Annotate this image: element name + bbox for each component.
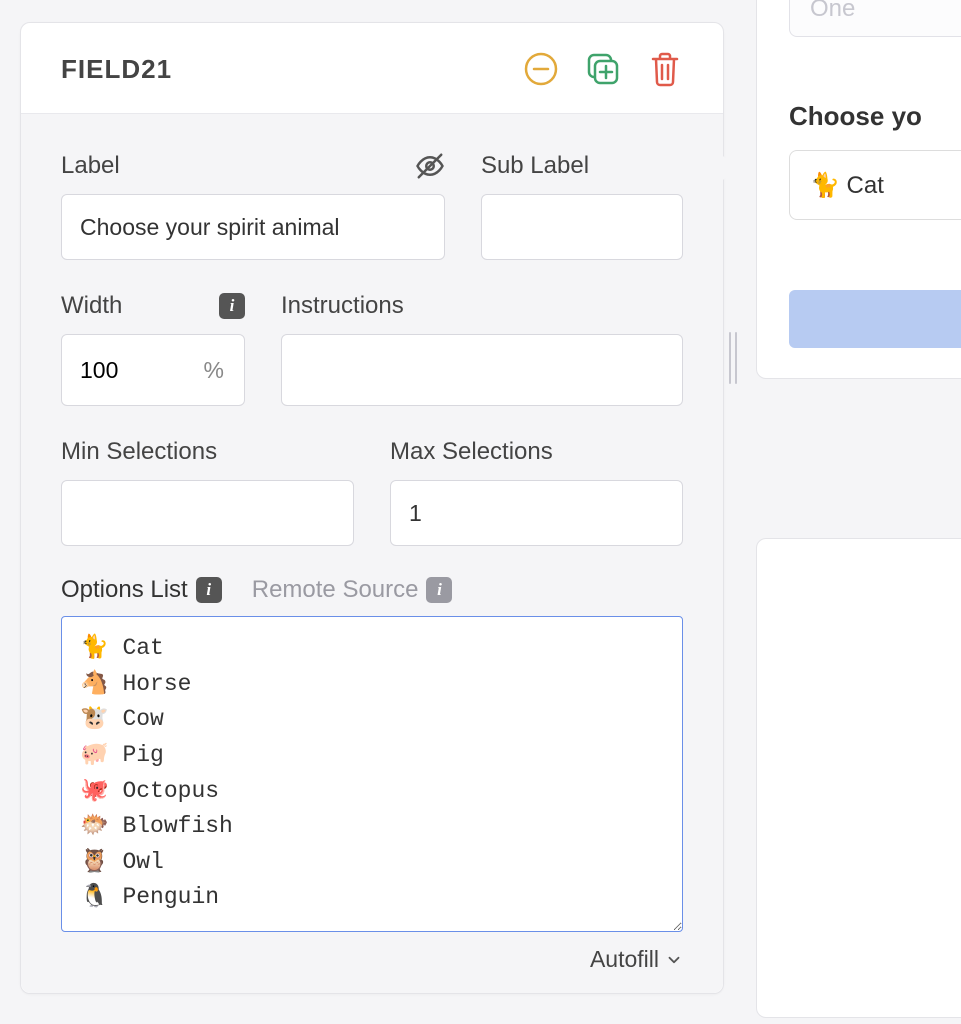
width-input-group: %: [61, 334, 245, 406]
visibility-toggle-icon[interactable]: [415, 151, 445, 181]
autofill-button[interactable]: Autofill: [590, 946, 683, 973]
label-caption: Label: [61, 152, 120, 180]
field-id-title: FIELD21: [61, 54, 172, 85]
instructions-input[interactable]: [281, 334, 683, 406]
options-list-textarea[interactable]: [61, 616, 683, 932]
preview-select-value: 🐈 Cat: [810, 171, 884, 200]
label-input[interactable]: [61, 194, 445, 260]
field-label: Label: [61, 150, 445, 260]
info-icon[interactable]: i: [426, 577, 452, 603]
tab-options-list-label: Options List: [61, 576, 188, 604]
preview-submit-button[interactable]: [789, 290, 961, 348]
header-actions: [523, 51, 683, 87]
field-min-selections: Min Selections: [61, 436, 354, 546]
collapse-icon[interactable]: [523, 51, 559, 87]
min-selections-input[interactable]: [61, 480, 354, 546]
tab-options-list[interactable]: Options List i: [61, 576, 222, 604]
preview-disabled-value: One: [810, 0, 855, 23]
field-editor-card: FIELD21: [20, 22, 724, 994]
field-instructions: Instructions: [281, 290, 683, 406]
row-width-instructions: Width i % Instructions: [61, 290, 683, 406]
resize-handle[interactable]: [729, 332, 741, 384]
preview-disabled-select: One: [789, 0, 961, 37]
width-input[interactable]: [62, 335, 204, 405]
width-unit: %: [204, 357, 244, 384]
row-min-max: Min Selections Max Selections: [61, 436, 683, 546]
delete-icon[interactable]: [647, 51, 683, 87]
row-label: Label Sub Label: [61, 150, 683, 260]
tab-remote-source-label: Remote Source: [252, 576, 419, 604]
sublabel-input[interactable]: [481, 194, 683, 260]
chevron-down-icon: [665, 951, 683, 969]
width-caption: Width: [61, 292, 122, 320]
preview-select[interactable]: 🐈 Cat: [789, 150, 961, 220]
field-width: Width i %: [61, 290, 245, 406]
card-body: Label Sub Label: [21, 114, 723, 993]
tab-remote-source[interactable]: Remote Source i: [252, 576, 453, 604]
field-sublabel: Sub Label: [481, 150, 683, 260]
preview-panel-secondary: [756, 538, 961, 1018]
preview-field-label: Choose yo: [789, 101, 961, 132]
max-selections-input[interactable]: [390, 480, 683, 546]
preview-panel: One Choose yo 🐈 Cat: [756, 0, 961, 379]
info-icon[interactable]: i: [219, 293, 245, 319]
info-icon[interactable]: i: [196, 577, 222, 603]
card-header: FIELD21: [21, 23, 723, 114]
duplicate-icon[interactable]: [585, 51, 621, 87]
field-max-selections: Max Selections: [390, 436, 683, 546]
instructions-caption: Instructions: [281, 292, 404, 320]
sublabel-caption: Sub Label: [481, 152, 589, 180]
options-tabs: Options List i Remote Source i: [61, 576, 683, 604]
max-selections-caption: Max Selections: [390, 438, 553, 466]
min-selections-caption: Min Selections: [61, 438, 217, 466]
autofill-row: Autofill: [61, 946, 683, 973]
autofill-label: Autofill: [590, 946, 659, 973]
